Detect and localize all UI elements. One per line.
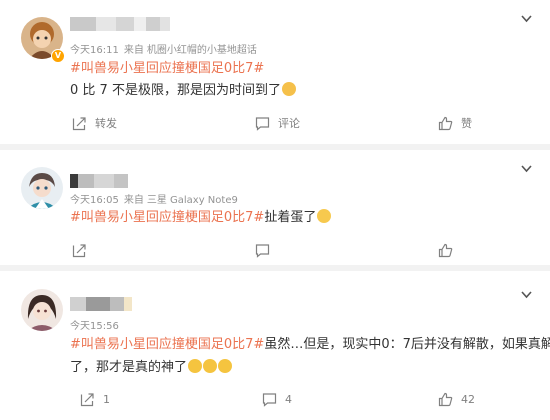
comment-count: 4	[285, 392, 292, 406]
like-count: 42	[461, 392, 475, 406]
like-button[interactable]: 赞	[438, 113, 472, 133]
comment-text-line2: 了，那才是真的神了	[70, 360, 188, 375]
repost-button[interactable]	[72, 240, 95, 260]
source-device: 三星 Galaxy Note9	[146, 195, 238, 206]
action-bar: 1 4 42	[0, 389, 550, 409]
topic-link[interactable]: #叫兽易小星回应撞梗国足0比7#	[70, 337, 264, 352]
topic-link[interactable]: #叫兽易小星回应撞梗国足0比7#	[70, 61, 264, 76]
comment-text: 虽然…但是，现实中0：7后并没有解散，如果真解散	[264, 337, 550, 352]
repost-label: 转发	[95, 117, 117, 130]
comment-meta: 今天15:56	[70, 321, 119, 333]
comment-icon	[262, 392, 277, 407]
username-blurred[interactable]	[70, 297, 132, 311]
laugh-cry-emoji	[188, 359, 203, 373]
thumbs-up-icon	[438, 243, 453, 258]
chevron-down-icon[interactable]	[521, 163, 532, 174]
source-prefix: 来自	[123, 45, 144, 56]
topic-link[interactable]: #叫兽易小星回应撞梗国足0比7#	[70, 210, 264, 225]
comment-card: 今天16:05 来自 三星 Galaxy Note9 #叫兽易小星回应撞梗国足0比7…	[0, 150, 550, 265]
repost-button[interactable]: 转发	[72, 113, 117, 133]
avatar[interactable]	[21, 167, 63, 209]
comment-text: 扯着蛋了	[264, 210, 317, 225]
repost-icon	[72, 116, 87, 131]
comment-body: 了，那才是真的神了	[70, 356, 233, 380]
like-button[interactable]: 42	[438, 389, 475, 409]
comment-label: 评论	[278, 117, 300, 130]
comment-card: V 今天16:11 来自 机圈小红帽的小基地超话 #叫兽易小星回应撞梗国足0比7# …	[0, 0, 550, 144]
like-label: 赞	[461, 117, 472, 130]
smirk-emoji	[317, 209, 332, 223]
comment-time: 今天15:56	[70, 321, 119, 332]
laugh-cry-emoji	[218, 359, 233, 373]
comment-time: 今天16:05	[70, 195, 119, 206]
chevron-down-icon[interactable]	[521, 289, 532, 300]
laugh-cry-emoji	[203, 359, 218, 373]
username-blurred[interactable]	[70, 174, 128, 188]
comment-text: 0 比 7 不是极限，那是因为时间到了	[70, 83, 281, 98]
comment-card: 今天15:56 #叫兽易小星回应撞梗国足0比7#虽然…但是，现实中0：7后并没有…	[0, 271, 550, 420]
chevron-down-icon[interactable]	[521, 13, 532, 24]
comment-button[interactable]: 4	[262, 389, 292, 409]
comment-icon	[255, 116, 270, 131]
action-bar	[0, 240, 550, 260]
thumbs-up-icon	[438, 392, 453, 407]
comment-button[interactable]	[255, 240, 278, 260]
comment-time: 今天16:11	[70, 45, 119, 56]
action-bar: 转发 评论 赞	[0, 113, 550, 133]
repost-count: 1	[103, 392, 110, 406]
comment-body: #叫兽易小星回应撞梗国足0比7#虽然…但是，现实中0：7后并没有解散，如果真解散	[70, 333, 550, 357]
vip-badge-icon: V	[51, 49, 65, 63]
comment-body: #叫兽易小星回应撞梗国足0比7#	[70, 57, 264, 81]
like-button[interactable]	[438, 240, 461, 260]
source-link[interactable]: 机圈小红帽的小基地超话	[147, 45, 257, 56]
comment-icon	[255, 243, 270, 258]
comment-meta: 今天16:11 来自 机圈小红帽的小基地超话	[70, 45, 257, 57]
thumbs-up-emoji	[281, 82, 296, 96]
comment-body: 0 比 7 不是极限，那是因为时间到了	[70, 79, 296, 103]
repost-icon	[80, 392, 95, 407]
source-prefix: 来自	[123, 195, 144, 206]
comment-body: #叫兽易小星回应撞梗国足0比7#扯着蛋了	[70, 206, 332, 230]
repost-button[interactable]: 1	[80, 389, 110, 409]
repost-icon	[72, 243, 87, 258]
comment-feed: V 今天16:11 来自 机圈小红帽的小基地超话 #叫兽易小星回应撞梗国足0比7# …	[0, 0, 550, 420]
avatar[interactable]	[21, 289, 63, 331]
comment-button[interactable]: 评论	[255, 113, 300, 133]
username-blurred[interactable]	[70, 17, 170, 31]
thumbs-up-icon	[438, 116, 453, 131]
